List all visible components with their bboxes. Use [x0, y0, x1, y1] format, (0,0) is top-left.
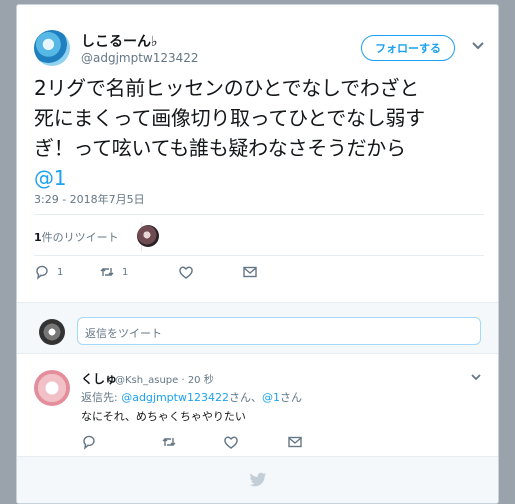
- direct-message-button[interactable]: [242, 264, 258, 280]
- replying-suffix: さん: [279, 391, 302, 404]
- reply-text: なにそれ、めちゃくちゃやりたい: [81, 410, 246, 423]
- author-handle[interactable]: @adgjmptw123422: [81, 51, 199, 65]
- tweet-mention-link[interactable]: @1: [34, 163, 484, 193]
- reply-button[interactable]: 1: [34, 264, 63, 280]
- chevron-down-icon[interactable]: [469, 372, 483, 384]
- reply-count: 1: [57, 266, 64, 278]
- reply-tweet[interactable]: くしゅ @Ksh_asupe · 20 秒 返信先: @adgjmptw1234…: [17, 356, 498, 456]
- retweet-button[interactable]: 1: [99, 264, 128, 280]
- replying-user-link[interactable]: @adgjmptw123422: [121, 391, 229, 404]
- message-icon: [288, 436, 302, 448]
- like-button[interactable]: [223, 434, 239, 450]
- retweet-count[interactable]: 1件のリツイート: [34, 229, 119, 245]
- retweet-action-count: 1: [122, 266, 129, 278]
- reply-author-avatar[interactable]: [34, 370, 70, 406]
- retweet-button[interactable]: [161, 434, 177, 450]
- reply-actions: [81, 434, 381, 450]
- reply-button[interactable]: [81, 434, 97, 450]
- tweet-text: 2リグで名前ヒッセンのひとでなしでわざと 死にまくって画像切り取ってひとでなし弱…: [34, 73, 484, 193]
- tweet-footer: [17, 456, 498, 503]
- reply-author-meta[interactable]: @Ksh_asupe · 20 秒: [115, 371, 214, 386]
- current-user-avatar: [39, 319, 65, 345]
- retweet-count-number: 1: [34, 231, 42, 244]
- divider: [34, 255, 484, 256]
- reply-icon: [83, 435, 95, 450]
- replying-prefix: 返信先:: [81, 391, 122, 404]
- main-tweet: しこるーん♭ @adgjmptw123422 フォローする 2リグで名前ヒッセン…: [17, 5, 498, 302]
- chevron-down-icon[interactable]: [469, 39, 487, 53]
- like-icon: [224, 436, 238, 449]
- like-button[interactable]: [178, 264, 194, 280]
- replying-to: 返信先: @adgjmptw123422さん、@1さん: [81, 389, 302, 405]
- replying-separator: さん、: [228, 391, 262, 404]
- tweet-actions: 1 1: [34, 264, 334, 284]
- like-icon: [179, 266, 193, 279]
- reply-input[interactable]: 返信をツイート: [77, 317, 481, 345]
- message-icon: [243, 266, 257, 278]
- retweeter-avatar[interactable]: [137, 225, 159, 247]
- retweet-icon: [162, 438, 176, 446]
- reply-author-name[interactable]: くしゅ: [81, 370, 117, 387]
- reply-compose-area: 返信をツイート: [17, 302, 498, 354]
- retweet-icon: [100, 268, 114, 276]
- reply-icon: [36, 265, 48, 280]
- retweet-count-label: 件のリツイート: [41, 231, 119, 244]
- direct-message-button[interactable]: [287, 434, 303, 450]
- tweet-text-line: 死にまくって画像切り取ってひとでなし弱す: [34, 106, 425, 130]
- divider: [34, 214, 484, 215]
- tweet-text-line: ぎ！って呟いても誰も疑わなさそうだから: [34, 136, 406, 160]
- follow-button[interactable]: フォローする: [361, 35, 455, 61]
- tweet-timestamp[interactable]: 3:29 - 2018年7月5日: [34, 191, 145, 207]
- tweet-text-line: 2リグで名前ヒッセンのひとでなしでわざと: [34, 76, 419, 100]
- replying-user-link[interactable]: @1: [262, 391, 280, 404]
- tweet-card: しこるーん♭ @adgjmptw123422 フォローする 2リグで名前ヒッセン…: [16, 4, 499, 504]
- author-display-name[interactable]: しこるーん♭: [81, 31, 158, 51]
- twitter-bird-icon: [249, 472, 267, 487]
- author-avatar[interactable]: [34, 30, 70, 66]
